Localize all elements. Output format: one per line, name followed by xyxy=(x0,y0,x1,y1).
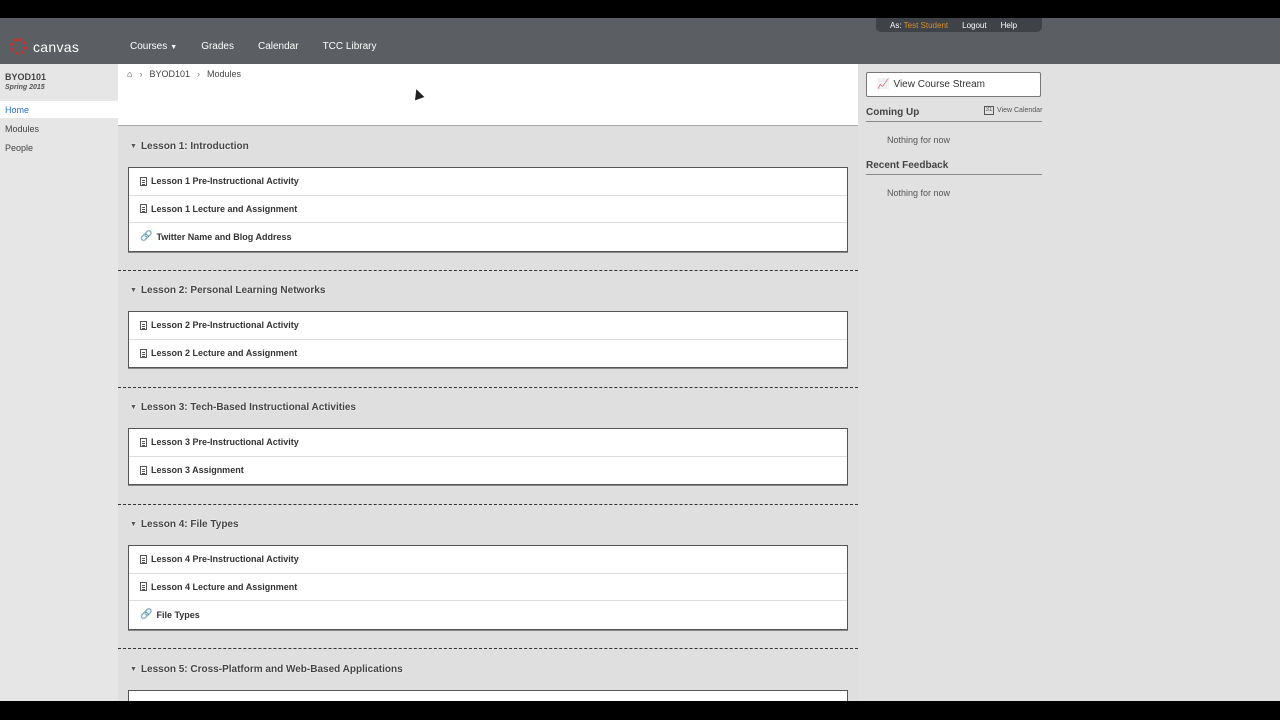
logo-text: canvas xyxy=(33,38,80,55)
page-icon xyxy=(140,320,147,330)
as-label: As: Test Student xyxy=(890,20,949,30)
link-icon: 🔗 xyxy=(140,231,153,243)
collapse-triangle-icon[interactable]: ▼ xyxy=(130,666,137,673)
module-item-label[interactable]: Lesson 2 Lecture and Assignment xyxy=(151,348,297,358)
test-student-link[interactable]: Test Student xyxy=(904,21,948,30)
nav-courses[interactable]: Courses ▼ xyxy=(130,41,177,52)
module-item[interactable]: 🔗 Twitter Name and Blog Address xyxy=(129,223,847,251)
module-title: Lesson 3: Tech-Based Instructional Activ… xyxy=(140,402,356,413)
module-item-label[interactable]: Lesson 1 Lecture and Assignment xyxy=(151,204,297,214)
chevron-right-icon: › xyxy=(139,69,143,79)
module-items: Lesson 2 Pre-Instructional Activity Less… xyxy=(128,311,848,368)
course-term: Spring 2015 xyxy=(5,84,45,91)
module-item[interactable]: Lesson 4 Lecture and Assignment xyxy=(129,574,847,601)
module-title: Lesson 4: File Types xyxy=(140,519,239,530)
module-items xyxy=(128,690,848,701)
right-sidebar: 📈 View Course Stream Coming Up 31 View C… xyxy=(859,64,1280,701)
module-item[interactable]: Lesson 1 Pre-Instructional Activity xyxy=(129,168,847,196)
page-icon xyxy=(140,554,147,564)
module-header[interactable]: ▼ Lesson 3: Tech-Based Instructional Act… xyxy=(130,402,356,413)
module-item[interactable]: Lesson 1 Lecture and Assignment xyxy=(129,196,847,223)
module-header[interactable]: ▼ Lesson 1: Introduction xyxy=(130,141,249,152)
module-item[interactable]: Lesson 3 Pre-Instructional Activity xyxy=(129,429,847,457)
module-divider xyxy=(118,270,858,271)
course-nav: BYOD101 Spring 2015 Home Modules People xyxy=(0,64,118,701)
breadcrumb-area: ⌂ › BYOD101 › Modules xyxy=(118,64,858,126)
module-item-label[interactable]: File Types xyxy=(156,610,199,620)
module-divider xyxy=(118,387,858,388)
page-icon xyxy=(140,465,147,475)
browser-viewport: As: Test Student Logout Help canvas Cour… xyxy=(0,18,1280,701)
module-item[interactable]: 🔗 File Types xyxy=(129,601,847,629)
view-calendar-label: View Calendar xyxy=(997,107,1043,114)
logout-link[interactable]: Logout xyxy=(962,21,986,30)
nav-calendar[interactable]: Calendar xyxy=(258,41,299,52)
breadcrumb: ⌂ › BYOD101 › Modules xyxy=(127,69,241,79)
module-item[interactable]: Lesson 2 Pre-Instructional Activity xyxy=(129,312,847,340)
module-item-label[interactable]: Lesson 4 Lecture and Assignment xyxy=(151,582,297,592)
user-bar: As: Test Student Logout Help xyxy=(876,18,1042,32)
page-icon xyxy=(140,582,147,592)
page-icon xyxy=(140,348,147,358)
module-item-label[interactable]: Lesson 3 Pre-Instructional Activity xyxy=(151,437,299,447)
feedback-empty: Nothing for now xyxy=(887,188,951,198)
module-title: Lesson 2: Personal Learning Networks xyxy=(140,285,326,296)
nav-grades[interactable]: Grades xyxy=(201,41,234,52)
chevron-right-icon: › xyxy=(196,69,200,79)
course-code: BYOD101 xyxy=(5,72,47,82)
home-icon[interactable]: ⌂ xyxy=(127,69,132,79)
breadcrumb-page: Modules xyxy=(206,69,241,79)
module-item-label[interactable]: Twitter Name and Blog Address xyxy=(156,232,291,242)
collapse-triangle-icon[interactable]: ▼ xyxy=(130,143,137,150)
link-icon: 🔗 xyxy=(140,609,153,621)
collapse-triangle-icon[interactable]: ▼ xyxy=(130,521,137,528)
module-title: Lesson 1: Introduction xyxy=(140,141,249,152)
collapse-triangle-icon[interactable]: ▼ xyxy=(130,404,137,411)
view-course-stream-button[interactable]: 📈 View Course Stream xyxy=(866,72,1041,97)
page-icon xyxy=(140,176,147,186)
module-items: Lesson 3 Pre-Instructional Activity Less… xyxy=(128,428,848,485)
page-icon xyxy=(140,437,147,447)
module-divider xyxy=(118,648,858,649)
recent-feedback-heading: Recent Feedback xyxy=(866,160,1042,175)
nav-tcc-library[interactable]: TCC Library xyxy=(323,41,377,52)
course-nav-modules[interactable]: Modules xyxy=(0,120,118,137)
chart-icon: 📈 xyxy=(877,79,890,90)
mouse-cursor-icon xyxy=(411,87,425,101)
course-nav-home[interactable]: Home xyxy=(0,101,118,118)
module-header[interactable]: ▼ Lesson 5: Cross-Platform and Web-Based… xyxy=(130,664,403,675)
canvas-logo-icon xyxy=(10,38,27,55)
module-item-label[interactable]: Lesson 3 Assignment xyxy=(151,465,244,475)
view-calendar-link[interactable]: 31 View Calendar xyxy=(984,106,1042,115)
canvas-logo[interactable]: canvas xyxy=(10,38,79,55)
page-icon xyxy=(140,204,147,214)
module-item[interactable]: Lesson 4 Pre-Instructional Activity xyxy=(129,546,847,574)
module-item-label[interactable]: Lesson 4 Pre-Instructional Activity xyxy=(151,554,299,564)
view-course-stream-label: View Course Stream xyxy=(893,79,985,90)
module-items: Lesson 4 Pre-Instructional Activity Less… xyxy=(128,545,848,630)
module-title: Lesson 5: Cross-Platform and Web-Based A… xyxy=(140,664,403,675)
caret-down-icon: ▼ xyxy=(170,44,178,51)
global-nav: Courses ▼ Grades Calendar TCC Library xyxy=(130,41,376,52)
breadcrumb-course[interactable]: BYOD101 xyxy=(149,69,190,79)
module-item[interactable]: Lesson 3 Assignment xyxy=(129,457,847,485)
module-item[interactable]: Lesson 2 Lecture and Assignment xyxy=(129,340,847,368)
module-item-label[interactable]: Lesson 1 Pre-Instructional Activity xyxy=(151,176,299,186)
collapse-triangle-icon[interactable]: ▼ xyxy=(130,287,137,294)
calendar-icon: 31 xyxy=(984,106,994,115)
course-nav-people[interactable]: People xyxy=(0,139,118,156)
module-header[interactable]: ▼ Lesson 2: Personal Learning Networks xyxy=(130,285,325,296)
module-header[interactable]: ▼ Lesson 4: File Types xyxy=(130,519,239,530)
module-divider xyxy=(118,504,858,505)
modules-list: ▼ Lesson 1: Introduction Lesson 1 Pre-In… xyxy=(118,126,858,701)
global-header: As: Test Student Logout Help canvas Cour… xyxy=(0,18,1280,64)
coming-up-empty: Nothing for now xyxy=(887,135,951,145)
help-link[interactable]: Help xyxy=(1001,21,1017,30)
module-items: Lesson 1 Pre-Instructional Activity Less… xyxy=(128,167,848,252)
module-item-label[interactable]: Lesson 2 Pre-Instructional Activity xyxy=(151,320,299,330)
